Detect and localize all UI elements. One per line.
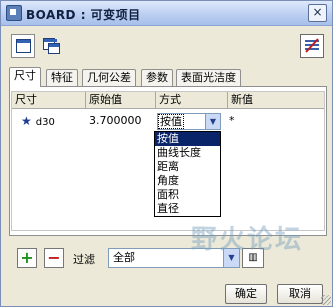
close-button[interactable]: × [308,4,327,22]
title-bar[interactable]: BOARD : 可变项目 × [1,1,332,26]
chevron-down-icon[interactable]: ▼ [205,114,220,129]
multi-view-button[interactable] [39,34,63,58]
tab-feature[interactable]: 特征 [46,69,78,86]
column-header-new-value[interactable]: 新值 [228,92,323,108]
app-icon [6,5,22,21]
dimension-cell: ★ d30 [18,109,55,133]
column-header-mode[interactable]: 方式 [156,92,228,108]
mode-option-by-value[interactable]: 按值 [155,132,220,146]
mode-selected-value: 按值 [158,114,184,129]
window-icon [16,39,31,53]
tab-parameters[interactable]: 参数 [141,69,173,86]
star-icon: ★ [21,114,32,128]
mode-option-curve-length[interactable]: 曲线长度 [155,146,220,160]
table-row[interactable]: ★ d30 3.700000 按值 ▼ * [12,109,324,133]
add-item-button[interactable]: + [17,248,37,268]
tab-geometric-tolerance[interactable]: 几何公差 [82,69,136,86]
filter-selected-value: 全部 [113,251,135,264]
original-value-cell: 3.700000 [89,114,142,127]
mode-option-area[interactable]: 面积 [155,188,220,202]
clear-icon [305,38,319,53]
mode-dropdown-list: 按值 曲线长度 距离 角度 面积 直径 [154,131,221,217]
mode-dropdown[interactable]: 按值 ▼ [157,113,221,130]
mode-option-angle[interactable]: 角度 [155,174,220,188]
single-view-button[interactable] [11,34,35,58]
ok-button[interactable]: 确定 [225,284,267,304]
column-header-dimension[interactable]: 尺寸 [12,92,86,108]
resize-grip-icon[interactable] [321,295,331,305]
watermark: 野火论坛 [191,225,304,255]
mode-option-distance[interactable]: 距离 [155,160,220,174]
cancel-button[interactable]: 取消 [277,284,323,304]
tab-surface-finish[interactable]: 表面光洁度 [176,69,241,86]
dimension-name: d30 [35,117,55,128]
column-header-original[interactable]: 原始值 [86,92,156,108]
window-title: BOARD : 可变项目 [26,8,141,22]
plus-icon: + [20,248,34,267]
filter-label: 过滤 [73,253,95,266]
tab-dimension[interactable]: 尺寸 [9,67,41,87]
window-stack-icon [48,43,60,54]
remove-item-button[interactable]: − [44,248,64,268]
clear-button[interactable] [300,34,324,58]
table-header: 尺寸 原始值 方式 新值 [12,92,324,109]
dialog-window: BOARD : 可变项目 × 尺寸 特征 几何公差 参数 表面光洁度 尺寸 原始… [0,0,333,307]
mode-option-diameter[interactable]: 直径 [155,202,220,216]
new-value-cell[interactable]: * [229,109,235,133]
minus-icon: − [47,248,61,267]
